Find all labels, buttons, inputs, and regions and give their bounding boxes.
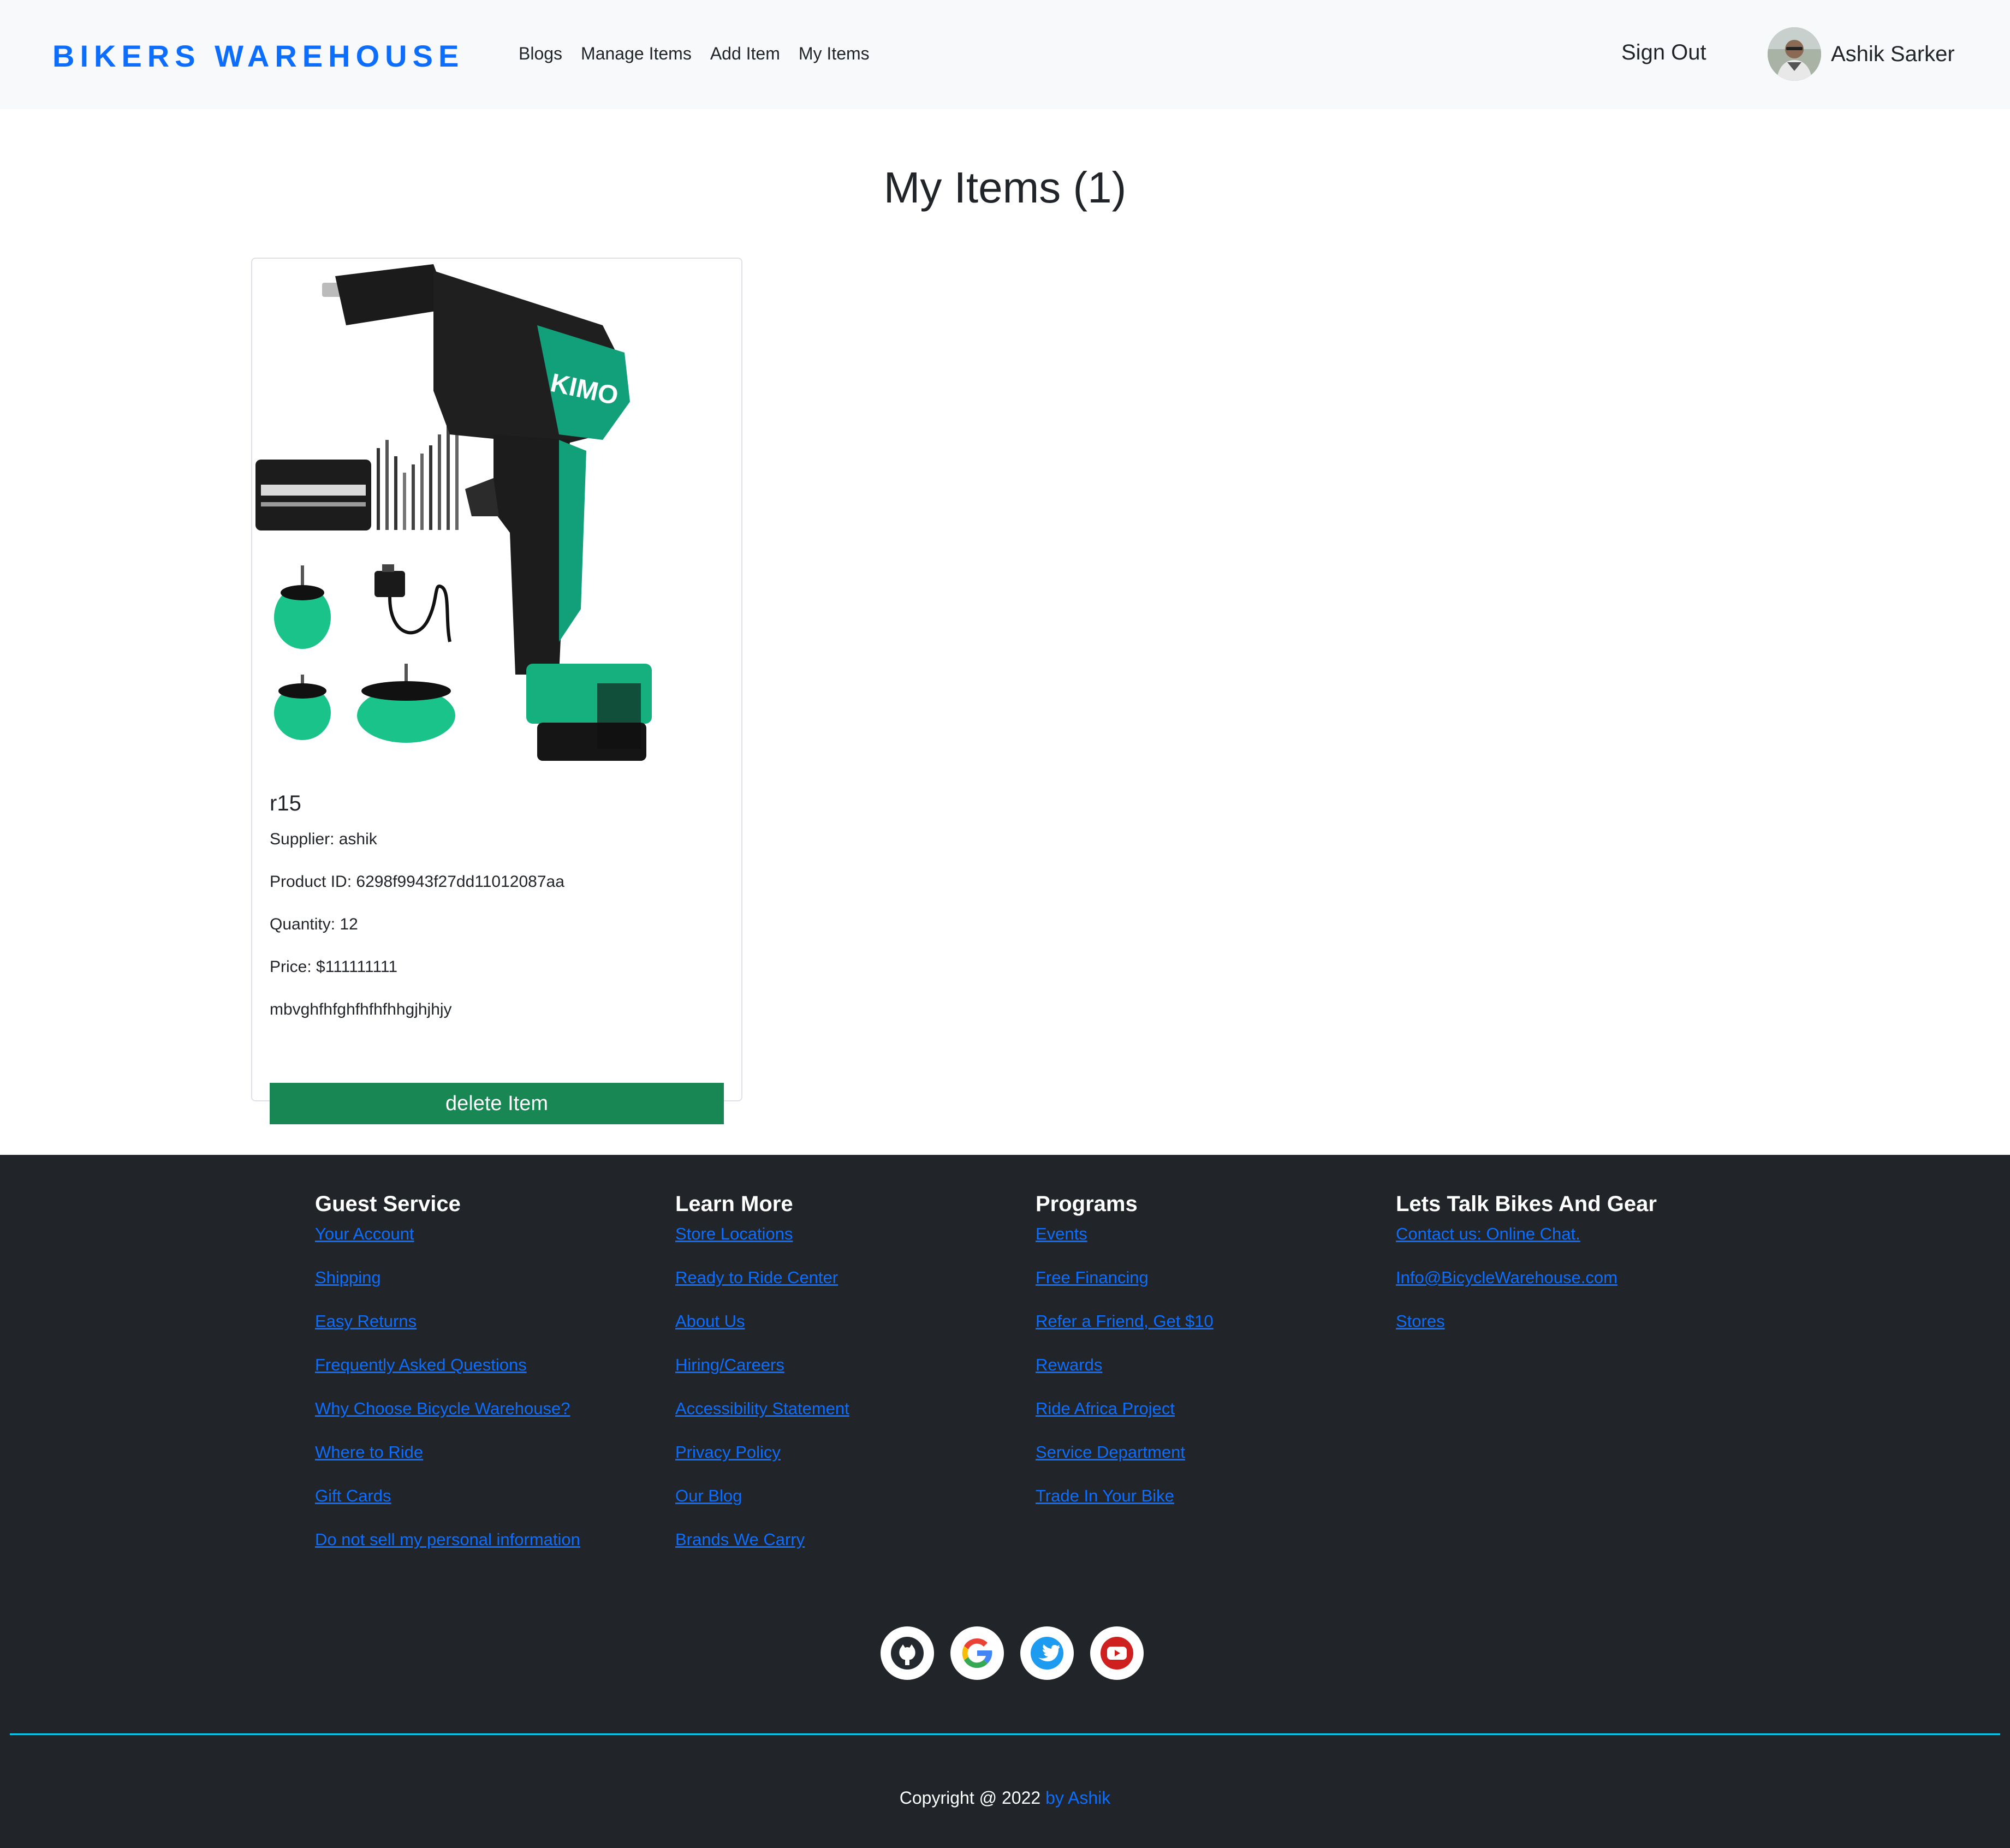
footer-link[interactable]: Why Choose Bicycle Warehouse? [315, 1397, 580, 1440]
footer-link[interactable]: Ready to Ride Center [675, 1266, 849, 1309]
footer-link[interactable]: Info@BicycleWarehouse.com [1396, 1266, 1657, 1309]
footer-column-guest-service: Guest Service Your Account Shipping Easy… [315, 1192, 580, 1571]
footer-column-lets-talk: Lets Talk Bikes And Gear Contact us: Onl… [1396, 1192, 1657, 1353]
social-links [881, 1626, 1144, 1680]
item-price: Price: $111111111 [270, 958, 398, 976]
item-name: r15 [270, 791, 301, 815]
brand-logo[interactable]: BIKERS WAREHOUSE [52, 38, 464, 74]
footer-link[interactable]: Ride Africa Project [1036, 1397, 1214, 1440]
card-body: r15 Supplier: ashik Product ID: 6298f994… [270, 791, 724, 1124]
footer-link[interactable]: Accessibility Statement [675, 1397, 849, 1440]
google-icon[interactable] [950, 1626, 1004, 1680]
footer-link[interactable]: Our Blog [675, 1484, 849, 1528]
nav-link-manage-items[interactable]: Manage Items [581, 44, 692, 64]
page-title: My Items (1) [883, 163, 1127, 212]
footer-heading: Lets Talk Bikes And Gear [1396, 1192, 1657, 1216]
navbar: BIKERS WAREHOUSE Blogs Manage Items Add … [0, 0, 2010, 109]
sign-out-button[interactable]: Sign Out [1621, 40, 1706, 65]
footer-link[interactable]: Frequently Asked Questions [315, 1353, 580, 1397]
avatar [1768, 27, 1821, 81]
copyright: Copyright @ 2022 by Ashik [0, 1788, 2010, 1808]
item-description: mbvghfhfghfhfhfhhgjhjhjy [270, 1000, 452, 1018]
nav-link-add-item[interactable]: Add Item [710, 44, 780, 64]
product-image: KIMO [253, 260, 740, 778]
nav-link-blogs[interactable]: Blogs [519, 44, 562, 64]
nav-link-my-items[interactable]: My Items [799, 44, 870, 64]
github-icon[interactable] [881, 1626, 934, 1680]
youtube-icon[interactable] [1090, 1626, 1144, 1680]
footer-link[interactable]: Brands We Carry [675, 1528, 849, 1571]
footer-link[interactable]: Where to Ride [315, 1440, 580, 1484]
footer-link[interactable]: Your Account [315, 1222, 580, 1266]
footer-link[interactable]: Events [1036, 1222, 1214, 1266]
item-card: KIMO r15 Supplier: ashik Product ID: 629… [251, 258, 742, 1124]
footer: Guest Service Your Account Shipping Easy… [0, 1155, 2010, 1848]
user-profile[interactable]: Ashik Sarker [1768, 27, 1955, 81]
nav-links: Blogs Manage Items Add Item My Items [519, 44, 870, 64]
footer-link[interactable]: Easy Returns [315, 1309, 580, 1353]
copyright-author-link[interactable]: by Ashik [1045, 1788, 1110, 1808]
footer-link[interactable]: Refer a Friend, Get $10 [1036, 1309, 1214, 1353]
footer-link[interactable]: Do not sell my personal information [315, 1528, 580, 1571]
item-supplier: Supplier: ashik [270, 830, 377, 848]
footer-link[interactable]: Service Department [1036, 1440, 1214, 1484]
footer-link[interactable]: Rewards [1036, 1353, 1214, 1397]
twitter-icon[interactable] [1020, 1626, 1074, 1680]
item-product-id: Product ID: 6298f9943f27dd11012087aa [270, 873, 564, 891]
footer-link[interactable]: Store Locations [675, 1222, 849, 1266]
footer-heading: Programs [1036, 1192, 1138, 1216]
footer-link[interactable]: About Us [675, 1309, 849, 1353]
footer-link[interactable]: Privacy Policy [675, 1440, 849, 1484]
copyright-text: Copyright @ 2022 [899, 1788, 1046, 1808]
footer-link[interactable]: Free Financing [1036, 1266, 1214, 1309]
footer-link[interactable]: Hiring/Careers [675, 1353, 849, 1397]
footer-link[interactable]: Contact us: Online Chat. [1396, 1222, 1657, 1266]
footer-link[interactable]: Gift Cards [315, 1484, 580, 1528]
footer-heading: Learn More [675, 1192, 793, 1216]
footer-divider [10, 1733, 2000, 1735]
footer-column-learn-more: Learn More Store Locations Ready to Ride… [675, 1192, 849, 1571]
delete-item-button[interactable]: delete Item [270, 1083, 724, 1124]
user-name: Ashik Sarker [1831, 41, 1955, 66]
footer-link[interactable]: Shipping [315, 1266, 580, 1309]
footer-link[interactable]: Stores [1396, 1309, 1657, 1353]
footer-link[interactable]: Trade In Your Bike [1036, 1484, 1214, 1528]
item-quantity: Quantity: 12 [270, 915, 358, 933]
footer-heading: Guest Service [315, 1192, 461, 1216]
footer-column-programs: Programs Events Free Financing Refer a F… [1036, 1192, 1214, 1528]
